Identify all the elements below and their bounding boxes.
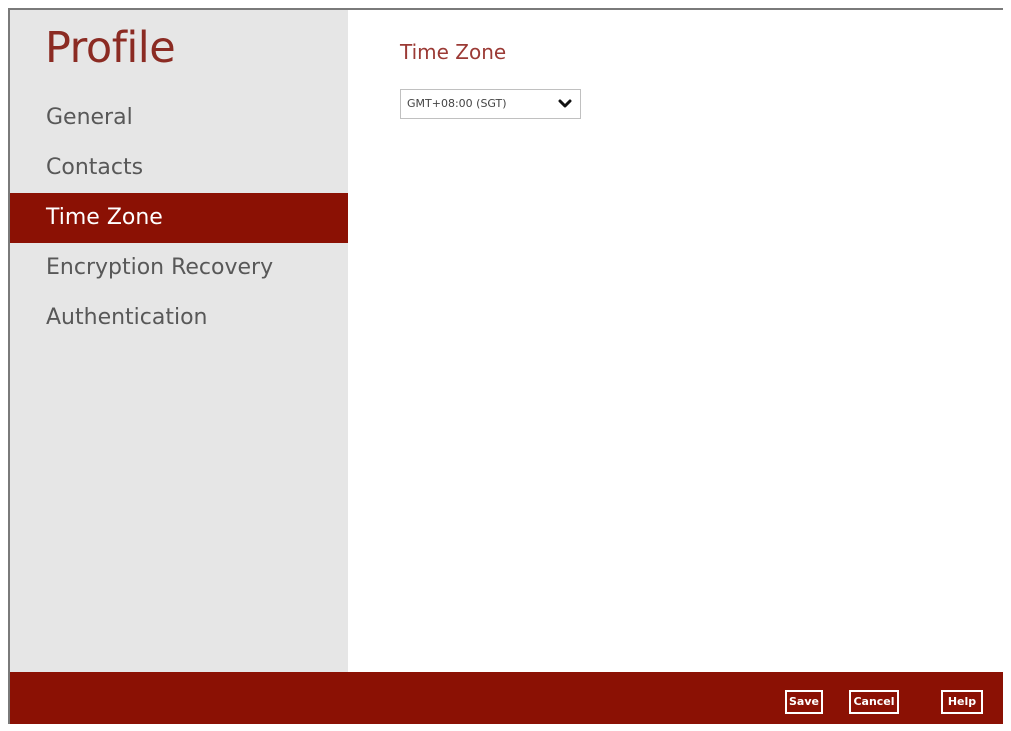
help-button[interactable]: Help xyxy=(941,690,983,714)
main-content: Time Zone GMT+08:00 (SGT) xyxy=(348,10,1003,672)
sidebar-item-contacts[interactable]: Contacts xyxy=(10,143,348,193)
timezone-select[interactable]: GMT+08:00 (SGT) xyxy=(400,89,581,119)
section-title: Time Zone xyxy=(400,40,507,64)
save-button[interactable]: Save xyxy=(785,690,823,714)
footer-bar: Save Cancel Help xyxy=(10,672,1003,724)
sidebar-item-encryption-recovery[interactable]: Encryption Recovery xyxy=(10,243,348,293)
sidebar: Profile General Contacts Time Zone Encry… xyxy=(10,10,348,672)
sidebar-nav: General Contacts Time Zone Encryption Re… xyxy=(10,93,348,343)
page-title: Profile xyxy=(45,23,176,73)
profile-window: Profile General Contacts Time Zone Encry… xyxy=(8,8,1003,724)
cancel-button[interactable]: Cancel xyxy=(849,690,899,714)
chevron-down-icon xyxy=(558,99,572,108)
timezone-select-value: GMT+08:00 (SGT) xyxy=(407,97,507,110)
sidebar-item-authentication[interactable]: Authentication xyxy=(10,293,348,343)
sidebar-item-general[interactable]: General xyxy=(10,93,348,143)
sidebar-item-time-zone[interactable]: Time Zone xyxy=(10,193,348,243)
